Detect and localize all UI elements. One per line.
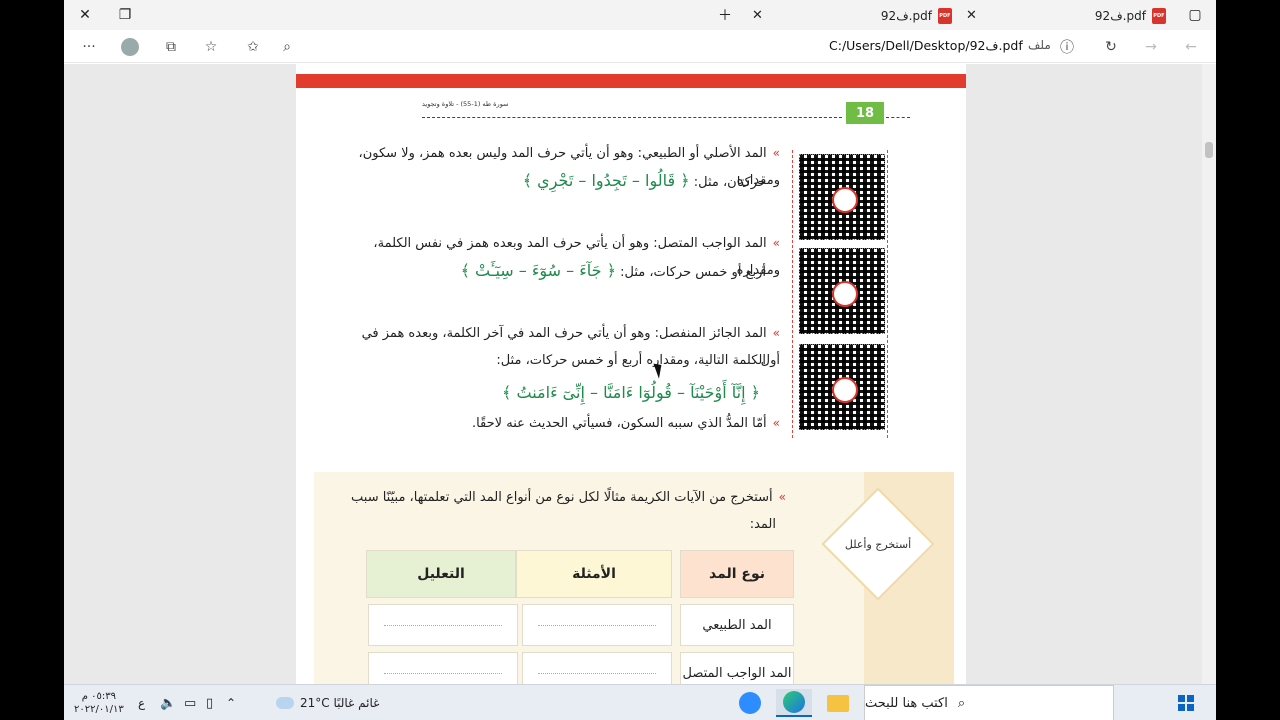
header-band xyxy=(296,74,966,88)
cloud-icon xyxy=(276,697,294,709)
bullet-icon: » xyxy=(772,146,780,160)
table-row-label: المد الواجب المتصل xyxy=(680,652,794,684)
forward-icon[interactable]: → xyxy=(1140,36,1162,58)
quran-examples: ﴿ إِنَّآ أَوْحَيْنَآ – قُولُوٓا ءَامَنَّ… xyxy=(502,383,760,402)
tab-title: 9ف2.pdf xyxy=(1094,8,1146,23)
back-icon[interactable]: ← xyxy=(1180,36,1202,58)
search-icon: ⌕ xyxy=(957,695,966,711)
weather-text: 21°C غائم غالبًا xyxy=(300,696,380,710)
bullet-icon: » xyxy=(772,326,780,340)
language-indicator[interactable]: ع xyxy=(138,685,145,720)
taskbar-search[interactable]: ⌕ اكتب هنا للبحث xyxy=(864,685,1114,720)
clock-date: ٢٠٢٢/٠١/١٣ xyxy=(74,704,124,715)
quran-examples: ﴿ قَالُوا – تَجِدُوا – تَجْرِي ﴾ xyxy=(522,171,690,190)
table-header: الأمثلة xyxy=(516,550,672,598)
edge-app-icon[interactable] xyxy=(776,689,812,717)
taskbar: ٠٥:٣٩ م ٢٠٢٢/٠١/١٣ ع 🔈 ▭ ▯ ⌃ 21°C غائم غ… xyxy=(64,684,1216,720)
close-tab-icon[interactable]: ✕ xyxy=(966,8,977,23)
tab-inactive[interactable]: ✕ 9ف2.pdf PDF xyxy=(966,3,1176,28)
qr-code-icon[interactable] xyxy=(799,154,885,240)
quran-examples: ﴿ جَآءَ – سُوٓءَ – سِيٓـَٔتْ ﴾ xyxy=(460,261,616,280)
start-button[interactable] xyxy=(1178,685,1194,720)
file-explorer-icon[interactable] xyxy=(820,689,856,717)
info-icon[interactable]: ⓘ xyxy=(1056,36,1078,58)
activity-badge: أستخرج وأعلل xyxy=(844,510,912,578)
answer-field[interactable] xyxy=(522,652,672,684)
rule-text: أمّا المدُّ الذي سببه السكون، فسيأتي الح… xyxy=(471,416,767,431)
instruction-text: أستخرج من الآيات الكريمة مثالًا لكل نوع … xyxy=(351,490,773,505)
rule-text: أربع أو خمس حركات، مثل: xyxy=(620,265,766,280)
pdf-viewer[interactable]: سورة طه (1-55) - تلاوة وتجويد 18 » المد ا… xyxy=(64,64,1216,684)
bullet-icon: » xyxy=(778,490,786,504)
bullet-icon: » xyxy=(772,416,780,430)
zoom-app-icon[interactable] xyxy=(732,689,768,717)
activity-section: أستخرج وأعلل » أستخرج من الآيات الكريمة م… xyxy=(314,472,954,684)
refresh-icon[interactable]: ↻ xyxy=(1100,36,1122,58)
rule-text: الكلمة التالية، ومقداره أربع أو خمس حركا… xyxy=(496,353,766,368)
volume-icon[interactable]: 🔈 xyxy=(160,685,176,720)
pdf-icon: PDF xyxy=(1151,7,1166,24)
page-number: 18 xyxy=(846,102,884,124)
answer-field[interactable] xyxy=(368,652,518,684)
add-favorite-icon[interactable]: ✩ xyxy=(242,36,264,58)
bullet-icon: » xyxy=(772,236,780,250)
battery-icon[interactable]: ▯ xyxy=(206,685,213,720)
pdf-page: سورة طه (1-55) - تلاوة وتجويد 18 » المد ا… xyxy=(296,64,966,684)
tab-bar: ✕ ❐ ＋ ✕ 9ف2.pdf PDF ✕ 9ف2.pdf PDF ▢ xyxy=(64,0,1216,30)
table-header: التعليل xyxy=(366,550,516,598)
show-hidden-icons-icon[interactable]: ⌃ xyxy=(226,685,236,720)
close-tab-icon[interactable]: ✕ xyxy=(752,8,763,23)
more-icon[interactable]: ··· xyxy=(78,36,100,58)
rule-example-line: حركتان، مثل: ﴿ قَالُوا – تَجِدُوا – تَجْ… xyxy=(356,167,766,196)
rule-text: حركتان، مثل: xyxy=(693,175,766,190)
new-tab-icon[interactable]: ＋ xyxy=(714,4,736,26)
windows-icon xyxy=(1178,695,1194,711)
rule-example-line: الكلمة التالية، ومقداره أربع أو خمس حركا… xyxy=(356,347,766,374)
weather-widget[interactable]: 21°C غائم غالبًا xyxy=(276,685,379,720)
scroll-thumb[interactable] xyxy=(1205,142,1213,158)
header-divider xyxy=(422,117,842,118)
clock[interactable]: ٠٥:٣٩ م ٢٠٢٢/٠١/١٣ xyxy=(74,685,124,720)
file-label: ملف xyxy=(1028,38,1051,52)
search-placeholder: اكتب هنا للبحث xyxy=(865,695,948,711)
rule-example-line: أربع أو خمس حركات، مثل: ﴿ جَآءَ – سُوٓءَ… xyxy=(356,257,766,286)
profile-icon[interactable] xyxy=(119,36,141,58)
running-head: سورة طه (1-55) - تلاوة وتجويد xyxy=(422,100,509,108)
qr-column xyxy=(792,150,888,438)
header-divider-tail xyxy=(886,117,910,118)
address-bar: ··· ⧉ ☆ ✩ ⌕ C:/Users/Dell/Desktop/92ف.pd… xyxy=(64,30,1216,63)
vertical-scrollbar[interactable] xyxy=(1202,64,1216,684)
activity-instruction-cont: المد: xyxy=(749,517,776,532)
url-text[interactable]: C:/Users/Dell/Desktop/92ف.pdf xyxy=(829,38,1023,53)
answer-field[interactable] xyxy=(522,604,672,646)
tab-title: 9ف2.pdf xyxy=(880,8,932,23)
answer-field[interactable] xyxy=(368,604,518,646)
table-header: نوع المد xyxy=(680,550,794,598)
tab-active[interactable]: ✕ 9ف2.pdf PDF xyxy=(752,3,962,28)
pdf-icon: PDF xyxy=(937,7,952,24)
collections-icon[interactable]: ⧉ xyxy=(160,36,182,58)
close-window-icon[interactable]: ✕ xyxy=(74,4,96,26)
tab-actions-icon[interactable]: ▢ xyxy=(1184,4,1206,26)
favorites-icon[interactable]: ☆ xyxy=(200,36,222,58)
browser-window: ✕ ❐ ＋ ✕ 9ف2.pdf PDF ✕ 9ف2.pdf PDF ▢ ··· … xyxy=(64,0,1216,720)
clock-time: ٠٥:٣٩ م xyxy=(81,691,116,702)
restore-icon[interactable]: ❐ xyxy=(114,4,136,26)
activity-instruction: » أستخرج من الآيات الكريمة مثالًا لكل نوع… xyxy=(346,484,786,511)
qr-code-icon[interactable] xyxy=(799,344,885,430)
network-icon[interactable]: ▭ xyxy=(184,685,196,720)
table-row-label: المد الطبيعي xyxy=(680,604,794,646)
zoom-icon[interactable]: ⌕ xyxy=(276,36,298,58)
quran-examples-line: ﴿ إِنَّآ أَوْحَيْنَآ – قُولُوٓا ءَامَنَّ… xyxy=(360,379,760,408)
qr-code-icon[interactable] xyxy=(799,248,885,334)
rule-item: » أمّا المدُّ الذي سببه السكون، فسيأتي ال… xyxy=(350,410,780,437)
